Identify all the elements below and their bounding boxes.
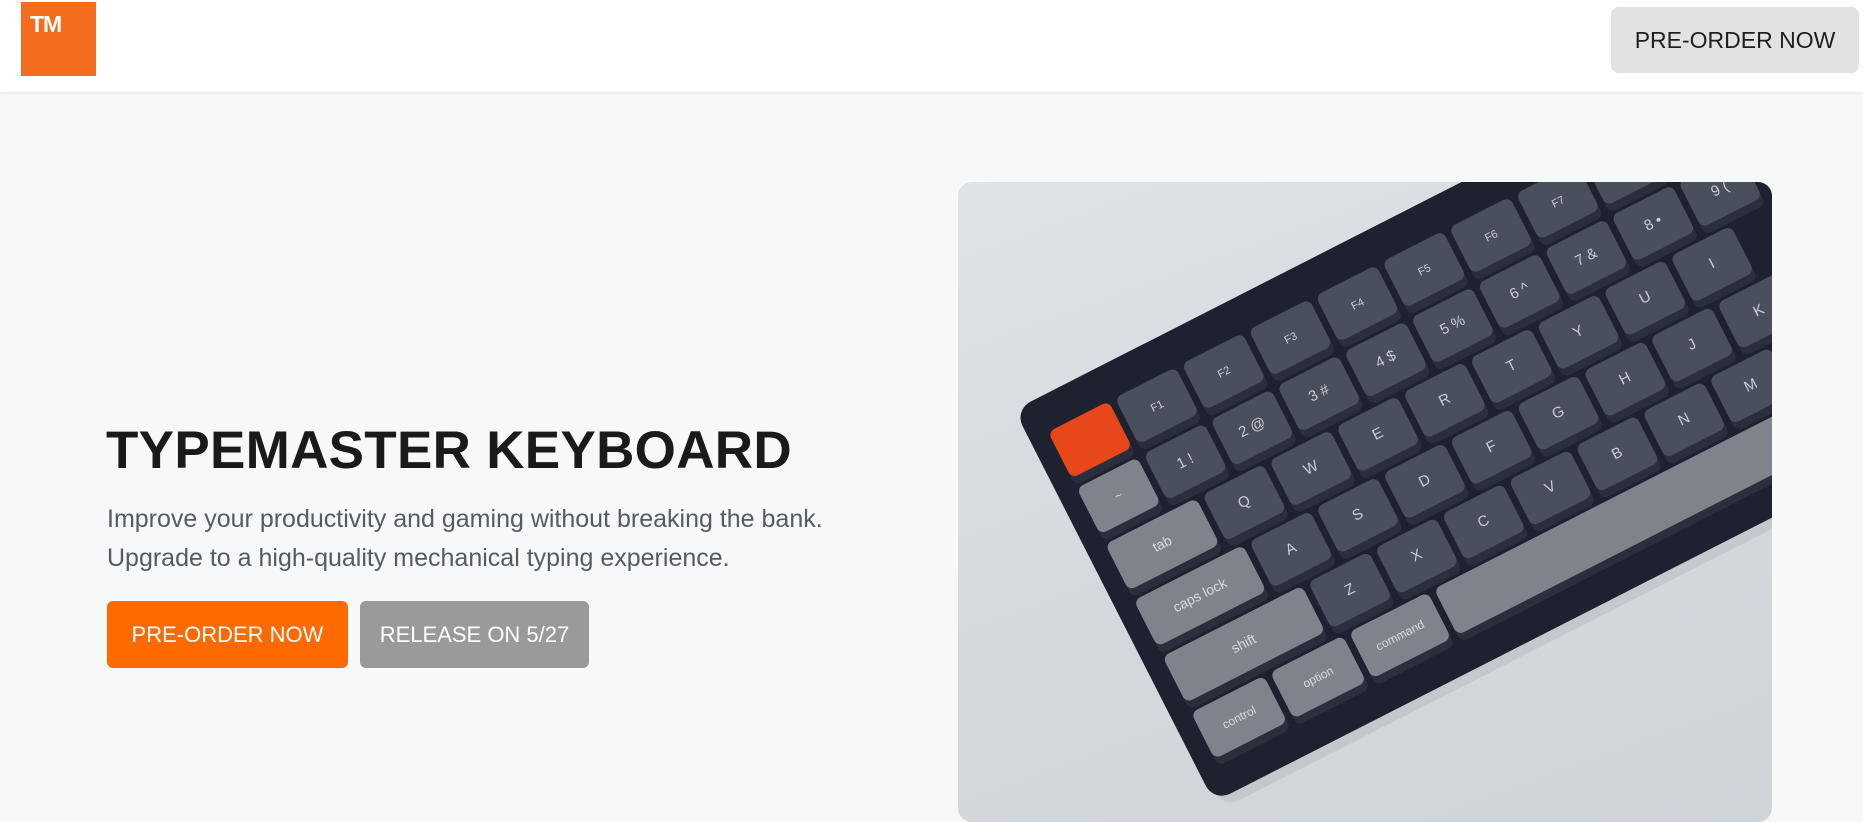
logo-text: TM [30, 11, 62, 37]
keyboard-illustration: F1F2F3F4F5F6F7F8F9~1 !2 @3 #4 $5 %6 ^7 &… [1020, 182, 1772, 803]
keyboard-product-image: F1F2F3F4F5F6F7F8F9~1 !2 @3 #4 $5 %6 ^7 &… [958, 182, 1772, 822]
hero-description-line-2: Upgrade to a high-quality mechanical typ… [107, 544, 730, 572]
release-date-button[interactable]: RELEASE ON 5/27 [360, 601, 589, 668]
pre-order-button[interactable]: PRE-ORDER NOW [107, 601, 348, 668]
brand-logo[interactable]: TM [21, 2, 96, 76]
hero-description: Improve your productivity and gaming wit… [107, 500, 927, 578]
hero-title: TYPEMASTER KEYBOARD [106, 421, 792, 480]
top-navbar: TM PRE-ORDER NOW [0, 0, 1863, 92]
hero-description-line-1: Improve your productivity and gaming wit… [107, 505, 823, 533]
nav-pre-order-button[interactable]: PRE-ORDER NOW [1611, 7, 1859, 73]
